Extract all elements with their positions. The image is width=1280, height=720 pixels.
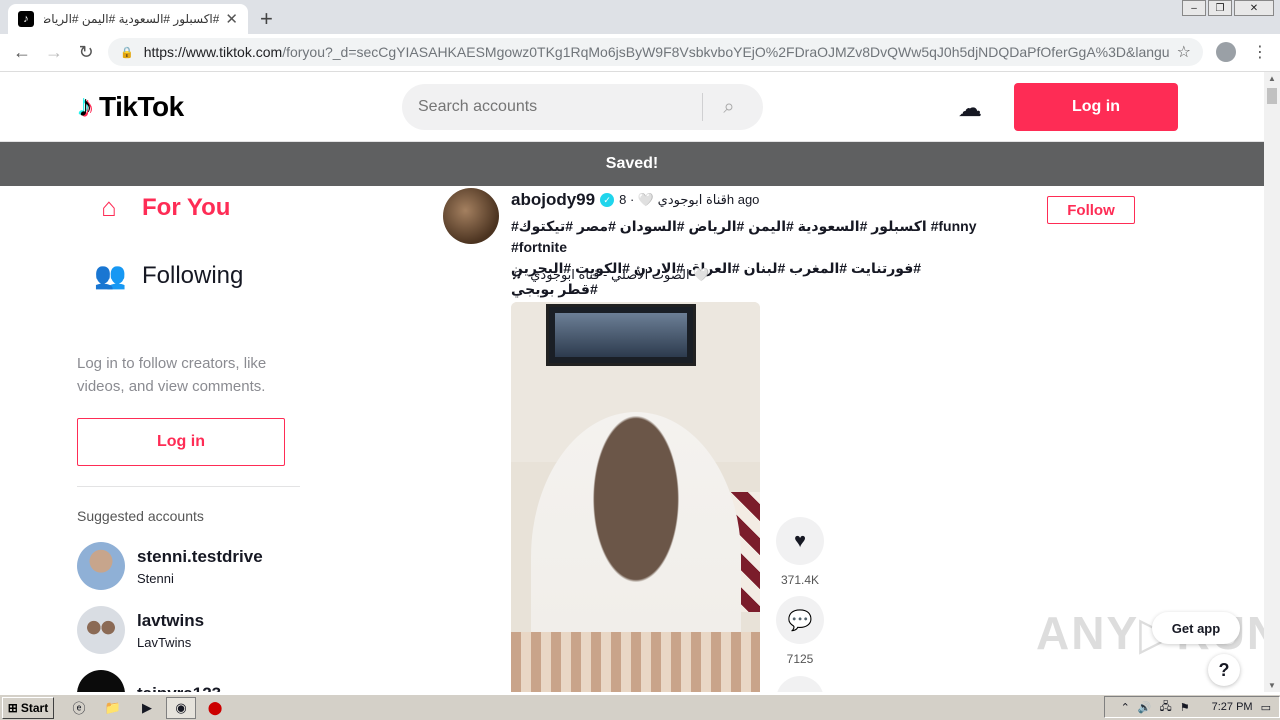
upload-cloud-icon[interactable]: ☁ — [958, 94, 982, 123]
url-text[interactable]: https://www.tiktok.com/foryou?_d=secCgYI… — [144, 44, 1169, 60]
folder-icon[interactable]: 📁 — [98, 697, 128, 719]
avatar — [77, 542, 125, 590]
like-action[interactable]: ♥ 371.4K — [776, 517, 824, 587]
media-player-icon[interactable]: ▶ — [132, 697, 162, 719]
caption-line[interactable]: #اكسبلور #السعودية #اليمن #الرياض #السود… — [511, 216, 1001, 258]
suggested-account[interactable]: taipyra123 — [77, 670, 221, 692]
browser-tab[interactable]: ♪ #اكسبلور #السعودية #اليمن #الرياض ✕ — [8, 4, 248, 34]
avatar — [77, 670, 125, 692]
post-author: abojody99 ✓ قناة ابوجودي 🤍 · 8h ago — [511, 190, 759, 210]
verified-badge-icon: ✓ — [600, 193, 615, 207]
flag-icon[interactable]: ⚑ — [1180, 701, 1190, 714]
follow-button[interactable]: Follow — [1047, 196, 1135, 224]
forward-arrow-icon[interactable]: → — [38, 42, 70, 63]
heart-icon[interactable]: ♥ — [776, 517, 824, 565]
network-icon[interactable]: 🖧 — [1159, 698, 1171, 717]
reload-icon[interactable]: ↻ — [70, 42, 102, 63]
search-icon[interactable]: ⌕ — [703, 96, 755, 119]
profile-avatar-icon[interactable] — [1216, 42, 1236, 62]
suggested-account[interactable]: lavtwins LavTwins — [77, 606, 204, 654]
video-rug — [511, 632, 760, 692]
scrollbar-thumb[interactable] — [1267, 88, 1277, 104]
restore-button[interactable]: ❐ — [1208, 0, 1232, 16]
music-title: الصوت الأصلي - قناة ابوجودي 🤍 — [530, 266, 710, 282]
account-username: stenni.testdrive — [137, 546, 263, 566]
show-desktop-icon[interactable]: ▭ — [1261, 701, 1271, 714]
chrome-icon[interactable]: ◉ — [166, 696, 196, 719]
back-arrow-icon[interactable]: ← — [6, 42, 38, 63]
author-username[interactable]: abojody99 — [511, 190, 595, 210]
get-app-button[interactable]: Get app — [1152, 612, 1240, 644]
help-button[interactable]: ? — [1208, 654, 1240, 686]
video-tv-screen — [555, 313, 687, 357]
scroll-up-arrow-icon[interactable]: ▲ — [1268, 74, 1276, 83]
nav-following[interactable]: 👥 Following — [94, 260, 243, 291]
login-hint-text: Log in to follow creators, like videos, … — [77, 355, 267, 395]
author-avatar[interactable] — [443, 188, 499, 244]
author-meta: قناة ابوجودي 🤍 · 8h ago — [619, 192, 760, 207]
comment-count: 7125 — [786, 652, 814, 666]
share-icon[interactable]: ➦ — [776, 676, 824, 692]
window-close-button[interactable]: ✕ — [1234, 0, 1274, 16]
browser-toolbar: ← → ↻ 🔒 https://www.tiktok.com/foryou?_d… — [0, 34, 1280, 72]
account-nickname: LavTwins — [137, 634, 192, 650]
video-tv — [546, 304, 696, 366]
account-username: taipyra123 — [137, 684, 221, 692]
window-controls: – ❐ ✕ — [1182, 0, 1274, 16]
post-caption: #اكسبلور #السعودية #اليمن #الرياض #السود… — [511, 216, 1001, 300]
site-header: ♪ TikTok ⌕ ☁ Log in — [0, 72, 1264, 142]
comment-icon[interactable]: 💬 — [776, 596, 824, 644]
saved-toast: Saved! — [0, 142, 1264, 186]
browser-menu-icon[interactable]: ⋮ — [1252, 42, 1268, 62]
share-action[interactable]: ➦ — [776, 676, 824, 692]
start-button[interactable]: ⊞ Start — [2, 696, 54, 719]
tab-close-icon[interactable]: ✕ — [225, 10, 238, 28]
nav-following-label: Following — [142, 261, 244, 289]
header-login-button[interactable]: Log in — [1014, 83, 1178, 131]
sidebar-login-button[interactable]: Log in — [77, 418, 285, 466]
avatar — [77, 606, 125, 654]
address-bar[interactable]: 🔒 https://www.tiktok.com/foryou?_d=secCg… — [108, 38, 1203, 66]
system-tray: ⌃ 🔊 🖧 ⚑ 7:27 PM ▭ — [1104, 696, 1280, 718]
suggested-accounts-title: Suggested accounts — [77, 508, 204, 524]
tiktok-page: ♪ TikTok ⌕ ☁ Log in Saved! ⌂ For You 👥 F… — [0, 72, 1264, 692]
home-icon: ⌂ — [101, 192, 117, 222]
bookmark-star-icon[interactable]: ☆ — [1177, 42, 1191, 62]
account-nickname: Stenni — [137, 570, 174, 586]
music-note-icon: ♫ — [511, 266, 523, 283]
video-player[interactable] — [511, 302, 760, 692]
new-tab-button[interactable]: + — [260, 6, 273, 32]
minimize-button[interactable]: – — [1182, 0, 1206, 16]
windows-taskbar: ⊞ Start ⓔ 📁 ▶ ◉ ⬤ ⌃ 🔊 🖧 ⚑ 7:27 PM ▭ — [0, 694, 1280, 720]
security-app-icon[interactable]: ⬤ — [200, 697, 230, 719]
account-username: lavtwins — [137, 610, 205, 630]
search-input[interactable] — [402, 98, 702, 116]
start-label: Start — [20, 700, 49, 715]
sidebar-divider — [77, 486, 300, 487]
people-icon: 👥 — [94, 260, 127, 290]
tiktok-favicon-icon: ♪ — [18, 11, 34, 27]
windows-logo-icon: ⊞ — [7, 700, 18, 715]
tab-title: #اكسبلور #السعودية #اليمن #الرياض — [44, 12, 220, 26]
nav-for-you[interactable]: ⌂ For You — [94, 192, 230, 223]
suggested-account[interactable]: stenni.testdrive Stenni — [77, 542, 263, 590]
clock[interactable]: 7:27 PM — [1212, 701, 1253, 713]
browser-tab-strip: ♪ #اكسبلور #السعودية #اليمن #الرياض ✕ + … — [0, 0, 1280, 34]
volume-icon[interactable]: 🔊 — [1138, 701, 1152, 714]
tray-arrow-icon[interactable]: ⌃ — [1121, 701, 1130, 714]
scroll-down-arrow-icon[interactable]: ▼ — [1268, 681, 1276, 690]
like-count: 371.4K — [780, 573, 820, 587]
lock-icon: 🔒 — [120, 46, 134, 59]
logo-wordmark: TikTok — [99, 91, 184, 122]
nav-for-you-label: For You — [142, 193, 231, 221]
page-scrollbar[interactable]: ▲ ▼ — [1264, 72, 1280, 692]
internet-explorer-icon[interactable]: ⓔ — [64, 697, 94, 719]
tiktok-logo[interactable]: ♪ TikTok — [78, 90, 184, 124]
comment-action[interactable]: 💬 7125 — [776, 596, 824, 666]
search-bar: ⌕ — [402, 84, 763, 130]
tiktok-note-icon: ♪ — [78, 90, 93, 123]
post-music[interactable]: ♫ الصوت الأصلي - قناة ابوجودي 🤍 — [511, 266, 709, 283]
